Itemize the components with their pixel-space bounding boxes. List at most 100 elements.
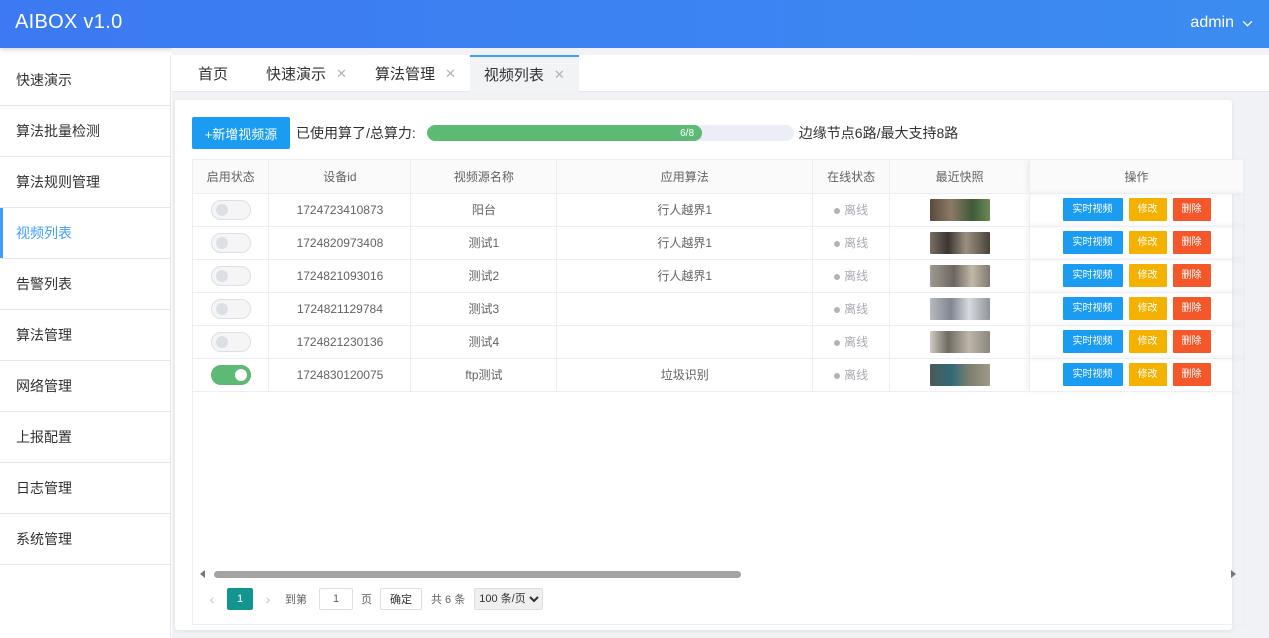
- enable-toggle[interactable]: [210, 364, 251, 385]
- user-menu[interactable]: admin: [1190, 14, 1253, 32]
- table-row: 1724821230136 测试4 离线 实时视频 修改 删除: [193, 325, 1244, 359]
- close-icon[interactable]: ✕: [336, 66, 347, 82]
- status-dot-icon: [834, 306, 841, 313]
- edit-button[interactable]: 修改: [1128, 198, 1167, 221]
- sidebar-item-label: 系统管理: [16, 531, 72, 547]
- snapshot-cell: [889, 358, 1031, 392]
- page-size-select[interactable]: 100 条/页: [474, 588, 544, 610]
- delete-button[interactable]: 删除: [1172, 264, 1211, 287]
- status-dot-icon: [834, 372, 841, 379]
- snapshot-thumbnail[interactable]: [929, 264, 990, 287]
- horizontal-scrollbar[interactable]: [198, 570, 1238, 579]
- enabled-cell: [193, 325, 270, 359]
- column-header: 最近快照: [889, 160, 1031, 194]
- snapshot-thumbnail[interactable]: [929, 297, 990, 320]
- algorithm-cell: 垃圾识别: [556, 358, 814, 392]
- sidebar-item-batch-detect[interactable]: 算法批量检测: [0, 106, 170, 157]
- live-video-button[interactable]: 实时视频: [1062, 330, 1123, 353]
- close-icon[interactable]: ✕: [445, 66, 456, 82]
- snapshot-thumbnail[interactable]: [929, 231, 990, 254]
- quota-note: 边缘节点6路/最大支持8路: [798, 125, 959, 141]
- source-name-cell: ftp测试: [410, 358, 558, 392]
- actions-cell: 实时视频 修改 删除: [1029, 292, 1244, 326]
- current-page[interactable]: 1: [227, 588, 253, 610]
- sidebar-item-label: 快速演示: [16, 72, 72, 88]
- online-status-cell: 离线: [812, 325, 891, 359]
- status-dot-icon: [834, 273, 841, 280]
- sidebar: 快速演示 算法批量检测 算法规则管理 视频列表 告警列表 算法管理 网络管理 上…: [0, 55, 171, 638]
- next-page-icon[interactable]: ›: [259, 591, 277, 607]
- enable-toggle[interactable]: [210, 331, 251, 352]
- delete-button[interactable]: 删除: [1172, 231, 1211, 254]
- live-video-button[interactable]: 实时视频: [1062, 297, 1123, 320]
- sidebar-item-label: 算法规则管理: [16, 174, 100, 190]
- add-video-source-button[interactable]: +新增视频源: [192, 117, 290, 149]
- algorithm-cell: 行人越界1: [556, 193, 814, 227]
- goto-page-input[interactable]: [319, 588, 353, 610]
- status-text: 离线: [844, 269, 869, 283]
- edit-button[interactable]: 修改: [1128, 297, 1167, 320]
- sidebar-item-rule-manage[interactable]: 算法规则管理: [0, 157, 170, 208]
- scroll-right-icon[interactable]: [1231, 570, 1236, 578]
- enable-toggle[interactable]: [210, 232, 251, 253]
- snapshot-cell: [889, 259, 1031, 293]
- delete-button[interactable]: 删除: [1172, 363, 1211, 386]
- snapshot-cell: [889, 193, 1031, 227]
- tab-video-list[interactable]: 视频列表 ✕: [469, 55, 579, 92]
- close-icon[interactable]: ✕: [554, 67, 565, 83]
- sidebar-item-logs[interactable]: 日志管理: [0, 463, 170, 514]
- enable-toggle[interactable]: [210, 265, 251, 286]
- source-name-cell: 阳台: [410, 193, 558, 227]
- delete-button[interactable]: 删除: [1172, 198, 1211, 221]
- edit-button[interactable]: 修改: [1128, 363, 1167, 386]
- actions-cell: 实时视频 修改 删除: [1029, 259, 1244, 293]
- edit-button[interactable]: 修改: [1128, 231, 1167, 254]
- algorithm-cell: [556, 325, 814, 359]
- main-area: 首页 快速演示 ✕ 算法管理 ✕ 视频列表 ✕ +新增视频源 已使用算了/总算力: 6…: [172, 48, 1269, 638]
- quota-progress-text: 6/8: [680, 127, 695, 139]
- actions-cell: 实时视频 修改 删除: [1029, 226, 1244, 260]
- online-status-cell: 离线: [812, 358, 891, 392]
- sidebar-item-report-config[interactable]: 上报配置: [0, 412, 170, 463]
- snapshot-thumbnail[interactable]: [929, 330, 990, 353]
- sidebar-item-algorithm-manage[interactable]: 算法管理: [0, 310, 170, 361]
- sidebar-item-system[interactable]: 系统管理: [0, 514, 170, 565]
- delete-button[interactable]: 删除: [1172, 330, 1211, 353]
- sidebar-item-label: 上报配置: [16, 429, 72, 445]
- table-row: 1724821129784 测试3 离线 实时视频 修改 删除: [193, 292, 1244, 326]
- scroll-left-icon[interactable]: [200, 570, 205, 578]
- sidebar-item-quick-demo[interactable]: 快速演示: [0, 55, 170, 106]
- column-header: 操作: [1029, 160, 1244, 194]
- live-video-button[interactable]: 实时视频: [1062, 231, 1123, 254]
- sidebar-item-network[interactable]: 网络管理: [0, 361, 170, 412]
- sidebar-item-video-list[interactable]: 视频列表: [0, 208, 170, 259]
- algorithm-cell: [556, 292, 814, 326]
- enable-toggle[interactable]: [210, 199, 251, 220]
- sidebar-item-alarm-list[interactable]: 告警列表: [0, 259, 170, 310]
- pagination: ‹ 1 › 到第 页 确定 共 6 条 100 条/页: [203, 586, 544, 612]
- tab-algorithm-manage[interactable]: 算法管理 ✕: [361, 55, 470, 92]
- edit-button[interactable]: 修改: [1128, 264, 1167, 287]
- tab-home[interactable]: 首页: [184, 55, 242, 92]
- toggle-knob: [234, 368, 247, 381]
- scrollbar-thumb[interactable]: [214, 571, 741, 578]
- live-video-button[interactable]: 实时视频: [1062, 363, 1123, 386]
- app-header: AIBOX v1.0 admin: [0, 0, 1269, 48]
- enable-toggle[interactable]: [210, 298, 251, 319]
- edit-button[interactable]: 修改: [1128, 330, 1167, 353]
- delete-button[interactable]: 删除: [1172, 297, 1211, 320]
- snapshot-thumbnail[interactable]: [929, 198, 990, 221]
- source-name-cell: 测试2: [410, 259, 558, 293]
- source-name-cell: 测试4: [410, 325, 558, 359]
- tab-quick-demo[interactable]: 快速演示 ✕: [252, 55, 361, 92]
- device-id-cell: 1724820973408: [268, 226, 412, 260]
- online-status-cell: 离线: [812, 193, 891, 227]
- live-video-button[interactable]: 实时视频: [1062, 264, 1123, 287]
- goto-confirm-button[interactable]: 确定: [380, 588, 422, 610]
- prev-page-icon[interactable]: ‹: [203, 591, 221, 607]
- column-header: 应用算法: [556, 160, 814, 194]
- actions-cell: 实时视频 修改 删除: [1029, 193, 1244, 227]
- snapshot-thumbnail[interactable]: [929, 363, 990, 386]
- actions-cell: 实时视频 修改 删除: [1029, 325, 1244, 359]
- live-video-button[interactable]: 实时视频: [1062, 198, 1123, 221]
